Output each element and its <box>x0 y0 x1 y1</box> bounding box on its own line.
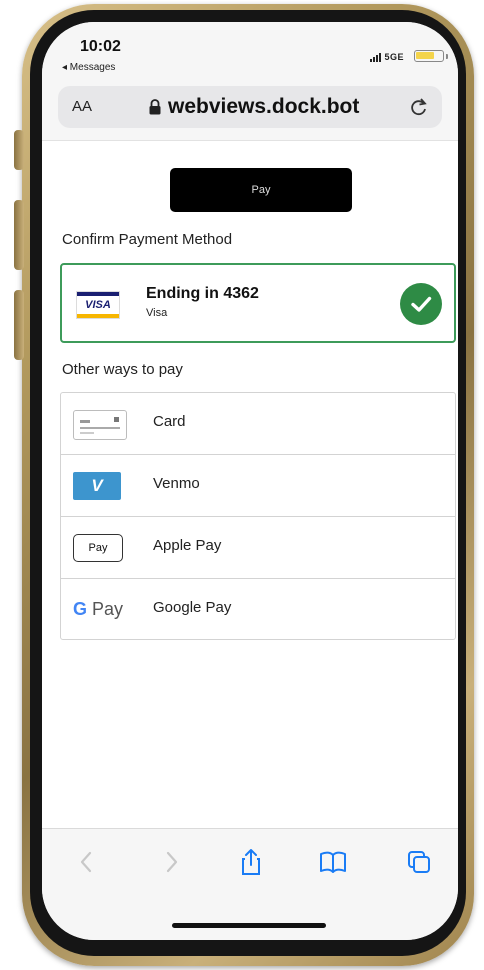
card-brand-label: Visa <box>146 307 168 319</box>
visa-logo-icon: VISA <box>76 291 120 319</box>
tabs-icon[interactable] <box>404 847 434 877</box>
visa-logo-text: VISA <box>85 299 111 311</box>
network-label: 5GE <box>384 52 404 62</box>
back-icon[interactable] <box>72 847 102 877</box>
selected-check-icon <box>400 283 442 325</box>
text-size-button[interactable]: AA <box>72 98 92 115</box>
confirm-payment-title: Confirm Payment Method <box>62 231 233 248</box>
volume-down-button <box>14 290 24 360</box>
reload-icon[interactable] <box>408 96 430 118</box>
lock-icon <box>149 99 161 115</box>
forward-icon[interactable] <box>156 847 186 877</box>
browser-toolbar <box>42 828 458 940</box>
home-indicator[interactable] <box>172 923 326 928</box>
share-icon[interactable] <box>236 847 266 877</box>
payment-option-apple-pay[interactable]: Pay Apple Pay <box>61 517 455 579</box>
selected-payment-method[interactable]: VISA Ending in 4362 Visa <box>60 263 456 343</box>
venmo-icon: V <box>73 472 121 500</box>
phone-screen: 10:02 ◂ Messages 5GE AA webviews.dock.bo… <box>42 22 458 940</box>
pay-button[interactable]: Pay <box>170 168 352 212</box>
google-pay-icon: G Pay <box>73 599 124 619</box>
status-bar: 10:02 ◂ Messages 5GE <box>42 22 458 82</box>
card-ending-label: Ending in 4362 <box>146 285 259 302</box>
payment-option-venmo[interactable]: V Venmo <box>61 455 455 517</box>
apple-pay-icon: Pay <box>73 534 123 562</box>
status-time: 10:02 <box>80 38 121 55</box>
other-ways-title: Other ways to pay <box>62 361 183 378</box>
payment-option-card[interactable]: Card <box>61 393 455 455</box>
payment-option-label: Google Pay <box>153 599 232 616</box>
back-to-app-link[interactable]: ◂ Messages <box>62 62 115 73</box>
battery-icon <box>414 50 444 62</box>
browser-address-area: AA webviews.dock.bot <box>42 82 458 141</box>
battery-tip <box>446 54 448 59</box>
volume-up-button <box>14 200 24 270</box>
payment-option-label: Apple Pay <box>153 537 222 554</box>
bookmarks-icon[interactable] <box>318 847 348 877</box>
payment-option-google-pay[interactable]: G Pay Google Pay <box>61 579 455 639</box>
network-indicator: 5GE <box>370 52 404 62</box>
url-text[interactable]: webviews.dock.bot <box>168 95 359 119</box>
mute-switch <box>14 130 24 170</box>
signal-icon <box>370 52 382 62</box>
card-icon <box>73 410 127 440</box>
payment-methods-list: Card V Venmo Pay Apple Pay G Pay Google … <box>60 392 456 640</box>
address-bar[interactable]: AA webviews.dock.bot <box>58 86 442 128</box>
payment-option-label: Venmo <box>153 475 200 492</box>
payment-option-label: Card <box>153 413 186 430</box>
